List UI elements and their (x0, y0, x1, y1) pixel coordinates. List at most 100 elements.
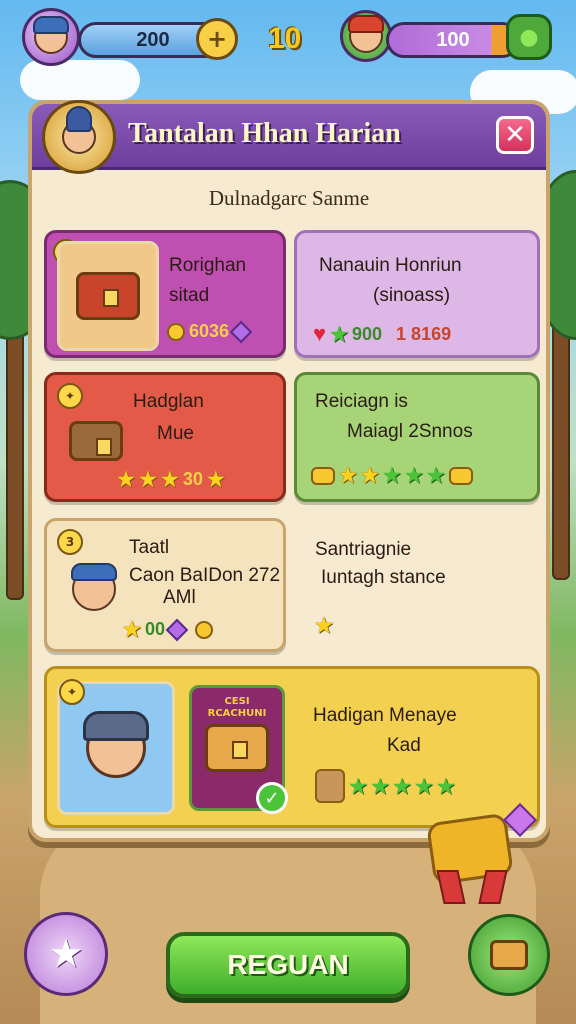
quest-panel: Tantalan Hhan Harian ✕ Dulnadgarc Sanme … (28, 100, 550, 842)
card-stats: ★ ★ ★ ★ ★ (315, 769, 455, 803)
star-icon: ★ (123, 619, 141, 641)
settings-button[interactable]: ● (506, 14, 552, 60)
star-icon: ★ (349, 775, 367, 798)
star-value: 00 (144, 619, 165, 639)
quest-card[interactable]: ✦ Hadglan Mue ★ ★ ★ 30 ★ (44, 372, 286, 502)
hero-face-icon (83, 711, 149, 778)
star-icon: ★ (206, 469, 225, 491)
opponent-energy-bar: 100 (386, 22, 520, 58)
star-value: 900 (352, 323, 383, 344)
coin-icon (167, 322, 185, 341)
star-icon: ★ (436, 775, 455, 798)
add-coins-button[interactable]: + (196, 18, 238, 60)
treasure-chest-icon (205, 724, 269, 772)
card-title: Hadglan (133, 391, 204, 412)
gem-icon (165, 618, 189, 641)
star-icon: ★ (392, 775, 411, 798)
card-subtitle: Caon BaIDon 272 (129, 565, 281, 586)
cloud (20, 60, 140, 100)
quest-card[interactable]: ⚙ Rorighan sitad 6036 (44, 230, 286, 358)
backpack-icon (76, 272, 140, 320)
coin-stack-icon (311, 466, 335, 485)
card-title: Reiciagn is (315, 391, 408, 412)
tree-trunk (552, 320, 570, 580)
cta-button[interactable]: REGUAN (166, 932, 410, 998)
card-detail: AMl (163, 587, 196, 608)
card-subtitle: sitad (169, 285, 210, 306)
card-stats: ★ ★ ★ ★ ★ (311, 463, 473, 488)
panel-subtitle: Dulnadgarc Sanme (208, 186, 370, 210)
jar-icon (315, 769, 345, 803)
player-value: 200 (136, 28, 170, 51)
panel-title: Tantalan Hhan Harian (128, 118, 401, 149)
star-icon: ★ (426, 465, 445, 487)
star-icon: ★ (404, 465, 423, 487)
star-icon: ★ (382, 465, 401, 487)
star-value: 30 (182, 469, 203, 489)
opponent-avatar[interactable] (340, 10, 392, 62)
card-subtitle: Mue (157, 423, 194, 444)
card-title: Nanauin Honriun (319, 255, 462, 276)
card-subtitle: Kad (387, 735, 421, 756)
chest-label: CESI RCACHUNI (207, 696, 267, 719)
plus-icon: + (206, 25, 228, 53)
quest-card[interactable]: Nanauin Honriun (sinoass) ♥ ★ 900 1 8169 (294, 230, 540, 358)
treasure-chest-icon (490, 940, 528, 970)
star-icon: ★ (414, 775, 433, 798)
card-title: Taatl (129, 537, 170, 558)
card-subtitle: Maiagl 2Snnos (347, 421, 473, 442)
player-face-icon (33, 16, 69, 54)
quest-card[interactable]: Reiciagn is Maiagl 2Snnos ★ ★ ★ ★ ★ (294, 372, 540, 502)
card-stats: 6036 (167, 320, 253, 343)
star-icon: ★ (339, 465, 357, 487)
card-title: Rorighan (169, 255, 247, 276)
reward-card[interactable]: ✦ CESI RCACHUNI ✓ Hadigan Menaye Kad ★ ★… (44, 666, 540, 828)
quest-card[interactable]: Santriagnie Iuntagh stance ★ (294, 518, 540, 652)
wizard-face-icon (62, 106, 96, 154)
opponent-face-icon (348, 15, 384, 53)
close-icon: ✕ (504, 120, 526, 150)
coin-value: 6036 (189, 321, 230, 341)
character-face-icon (71, 563, 117, 611)
coin-stack-icon (448, 466, 473, 485)
favorites-button[interactable]: ★ (24, 912, 108, 996)
item-portrait (59, 409, 133, 473)
tree-trunk (6, 300, 24, 600)
star-icon: ★ (370, 775, 389, 798)
player-avatar[interactable] (22, 8, 80, 66)
card-stats: ★ (315, 613, 333, 638)
card-title: Santriagnie (315, 539, 412, 560)
wizard-avatar (42, 100, 116, 174)
star-icon: ★ (48, 931, 84, 977)
close-button[interactable]: ✕ (496, 116, 534, 154)
level-number: 10 (268, 22, 302, 55)
coin-icon (194, 620, 213, 639)
card-stats: ★ ★ ★ 30 ★ (117, 467, 225, 492)
star-icon: ★ (160, 469, 179, 491)
chest-portrait: CESI RCACHUNI ✓ (189, 685, 288, 814)
card-subtitle: (sinoass) (373, 285, 451, 306)
opponent-value: 100 (436, 28, 470, 51)
star-icon: ★ (360, 465, 379, 487)
star-icon: ★ (117, 469, 135, 491)
checkmark-icon: ✓ (256, 782, 288, 814)
badge-icon: ✦ (57, 383, 83, 409)
badge-icon: ✦ (59, 679, 85, 705)
inventory-button[interactable] (468, 914, 550, 996)
star-icon: ★ (330, 323, 348, 346)
star-icon: ★ (138, 469, 157, 491)
card-subtitle: Iuntagh stance (321, 567, 446, 588)
card-stats: ♥ ★ 900 1 8169 (313, 321, 451, 347)
character-portrait (59, 551, 129, 627)
quest-card[interactable]: 3 Taatl Caon BaIDon 272 AMl ★ 00 (44, 518, 286, 652)
gift-ribbon-icon (420, 803, 537, 908)
star-icon: ★ (315, 615, 333, 637)
gem-icon (229, 320, 253, 343)
heart-icon: ♥ (313, 321, 327, 346)
leaf-icon: ● (519, 24, 539, 50)
card-title: Hadigan Menaye (313, 705, 457, 726)
secondary-value: 1 8169 (396, 323, 452, 344)
crate-icon (69, 421, 123, 461)
item-portrait (57, 241, 159, 351)
card-stats: ★ 00 (123, 617, 213, 642)
